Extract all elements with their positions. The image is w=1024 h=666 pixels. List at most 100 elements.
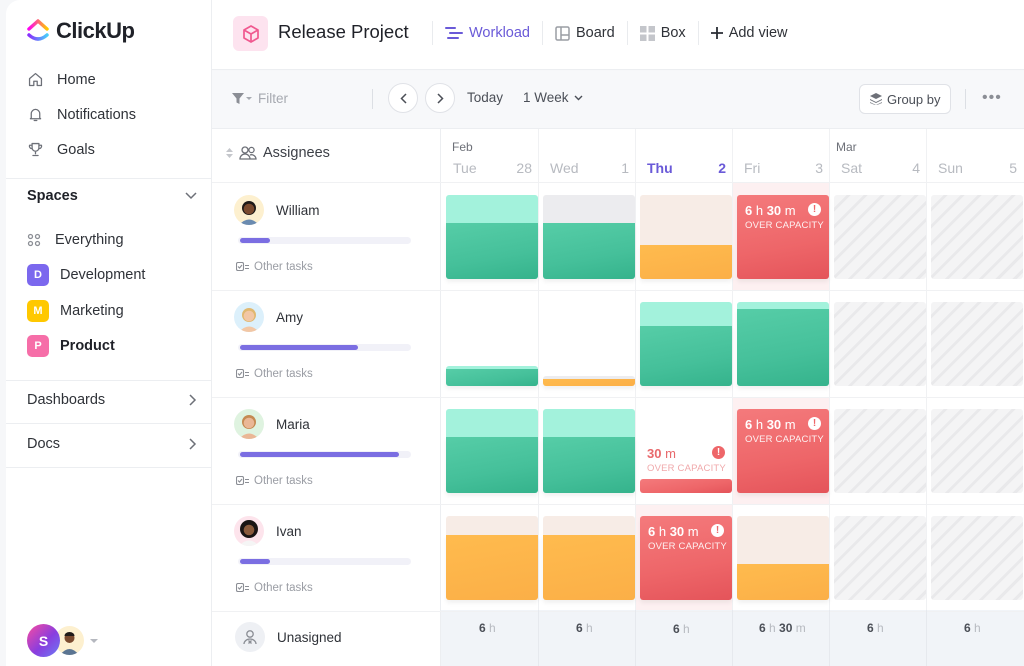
assignee-amy[interactable]: Amy Other tasks [234,302,414,380]
assignee-maria[interactable]: Maria Other tasks [234,409,414,487]
chevron-left-icon [399,92,407,104]
bell-icon [29,108,42,122]
space-product[interactable]: P Product [27,329,145,365]
workload-cell[interactable] [446,409,538,493]
space-marketing[interactable]: M Marketing [27,293,145,329]
tab-box[interactable]: Box [628,25,698,41]
tab-board[interactable]: Board [543,25,627,41]
chevron-right-icon [189,438,197,450]
space-everything[interactable]: Everything [27,222,145,258]
workload-cell[interactable] [543,195,635,279]
other-tasks-link[interactable]: Other tasks [236,475,414,487]
over-capacity-cell[interactable]: 30 m OVER CAPACITY! [640,409,732,493]
total-hours: 6 h [964,621,981,635]
nav-label: Notifications [57,106,136,123]
spaces-list: Everything D Development M Marketing P P… [27,222,145,364]
workload-cell[interactable] [446,302,538,386]
total-hours: 6 h [867,621,884,635]
spaces-title: Spaces [27,188,78,204]
workload-segment [446,535,538,600]
group-by-button[interactable]: Group by [859,84,952,114]
day-header[interactable]: Tue 28 [441,160,538,176]
unavailable-cell [834,409,926,493]
spaces-header[interactable]: Spaces [27,188,197,204]
divider [6,380,212,381]
users-icon [239,146,257,160]
day-name: Sat [841,160,863,176]
day-header[interactable]: Sat 4 [829,160,926,176]
assignee-ivan[interactable]: Ivan Other tasks [234,516,414,594]
over-capacity-cell[interactable]: 6 h 30 m OVER CAPACITY! [737,409,829,493]
other-tasks-link[interactable]: Other tasks [236,582,414,594]
other-tasks-label: Other tasks [254,475,313,487]
divider [6,467,212,468]
user-menu[interactable]: S [27,624,98,657]
workload-cell[interactable] [640,195,732,279]
workload-cell[interactable] [446,195,538,279]
day-header[interactable]: Fri 3 [732,160,829,176]
day-name: Sun [938,160,963,176]
workload-cell[interactable] [543,302,635,386]
day-name: Wed [550,160,579,176]
layers-icon [870,93,882,105]
chevron-right-icon [436,92,444,104]
other-tasks-link[interactable]: Other tasks [236,368,414,380]
next-button[interactable] [425,83,455,113]
range-dropdown[interactable]: 1 Week [523,90,583,105]
workload-cell[interactable] [737,516,829,600]
more-options-button[interactable]: ••• [982,89,1002,107]
chevron-down-icon[interactable] [185,192,197,200]
clickup-logo[interactable]: ClickUp [27,18,135,44]
nav-goals[interactable]: Goals [27,132,136,167]
sidebar-docs[interactable]: Docs [27,436,197,452]
day-header[interactable]: Wed 1 [538,160,635,176]
row-divider [212,290,1024,291]
assignee-header: Ivan [234,516,414,546]
filter-button[interactable]: Filter [232,91,288,106]
assignees-header[interactable]: Assignees [226,145,330,161]
filter-icon [232,92,252,104]
workload-cell[interactable] [543,409,635,493]
trophy-icon [28,142,43,157]
today-button[interactable]: Today [467,90,503,105]
space-development[interactable]: D Development [27,258,145,294]
add-view-button[interactable]: Add view [699,25,800,41]
project-icon [233,16,268,51]
workload-cell[interactable] [446,516,538,600]
day-number: 4 [912,160,920,176]
unassigned-icon [235,622,265,652]
capacity-bar [238,558,411,565]
row-divider [212,182,1024,183]
other-tasks-link[interactable]: Other tasks [236,261,414,273]
everything-icon [27,233,41,246]
workload-cell[interactable] [543,516,635,600]
unavailable-cell [931,195,1023,279]
chevron-down-icon [574,95,583,100]
over-capacity-label: OVER CAPACITY [745,220,824,231]
unavailable-cell [834,516,926,600]
workload-cell[interactable] [640,302,732,386]
tab-workload[interactable]: Workload [433,25,542,41]
total-hours: 6 h [479,621,496,635]
workload-segment [446,223,538,279]
workload-cell[interactable] [737,302,829,386]
capacity-bar [238,451,411,458]
nav-home[interactable]: Home [27,62,136,97]
warning-icon: ! [808,203,821,216]
nav-notifications[interactable]: Notifications [27,97,136,132]
assignees-label: Assignees [263,145,330,161]
prev-button[interactable] [388,83,418,113]
capacity-bar-fill [240,238,270,243]
day-header[interactable]: Sun 5 [926,160,1023,176]
day-header[interactable]: Thu 2 [635,160,732,176]
avatar [234,302,264,332]
board-icon [555,25,570,41]
sidebar-dashboards[interactable]: Dashboards [27,392,197,408]
space-label: Marketing [60,302,124,319]
dashboards-label: Dashboards [27,392,106,408]
over-capacity-cell[interactable]: 6 h 30 m OVER CAPACITY! [640,516,732,600]
unassigned-row[interactable]: Unasigned [235,622,342,652]
assignee-william[interactable]: William Other tasks [234,195,414,273]
over-capacity-cell[interactable]: 6 h 30 m OVER CAPACITY! [737,195,829,279]
assignee-header: Maria [234,409,414,439]
